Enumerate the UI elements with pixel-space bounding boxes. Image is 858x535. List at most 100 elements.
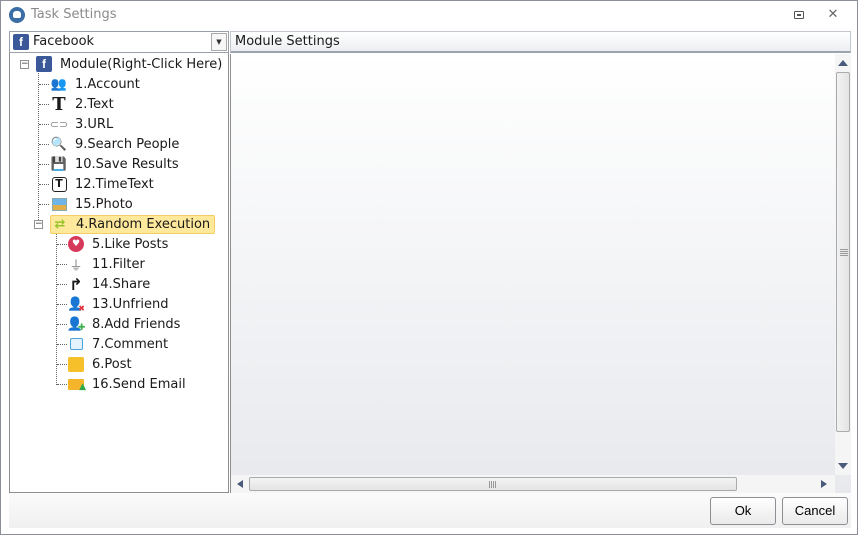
note-icon: [67, 356, 85, 372]
tree-item-label: 4.Random Execution: [76, 216, 211, 232]
platform-select-value: Facebook: [33, 34, 95, 49]
restore-button[interactable]: [791, 7, 807, 23]
title-bar: Task Settings ✕: [1, 1, 857, 29]
scroll-left-icon[interactable]: [237, 480, 243, 488]
tree-connector: [57, 344, 67, 345]
tree-connector: [39, 164, 49, 165]
share-icon: ↱: [69, 274, 83, 294]
search-icon: 🔍: [50, 136, 68, 152]
tree-connector: [57, 324, 67, 325]
tree-item-label: 8.Add Friends: [92, 316, 181, 332]
comment-icon: [67, 336, 85, 352]
heart-icon: ♥: [67, 236, 85, 252]
tree-connector: [57, 384, 67, 385]
save-icon: 💾: [50, 156, 68, 172]
tree-item-send-email[interactable]: ▲ 16.Send Email: [67, 374, 188, 394]
scroll-right-icon[interactable]: [821, 480, 827, 488]
tree-connector: [39, 84, 49, 85]
tree-item-add-friends[interactable]: 👤 ✚ 8.Add Friends: [67, 314, 182, 334]
vertical-scroll-thumb[interactable]: [836, 72, 850, 432]
tree-root[interactable]: f Module(Right-Click Here): [35, 54, 224, 74]
tree-item-label: 7.Comment: [92, 336, 169, 352]
tree-item-comment[interactable]: 7.Comment: [67, 334, 170, 354]
filter-icon: ⏚: [69, 258, 83, 274]
users-icon: 👥: [50, 76, 68, 92]
scroll-down-icon[interactable]: [838, 463, 848, 469]
window-title: Task Settings: [31, 7, 117, 22]
tree-item-save-results[interactable]: 💾 10.Save Results: [50, 154, 181, 174]
tree-connector: [56, 229, 57, 385]
tree-connector: [39, 204, 49, 205]
tree-item-label: 16.Send Email: [92, 376, 186, 392]
tree-item-photo[interactable]: 15.Photo: [50, 194, 135, 214]
tree-item-search-people[interactable]: 🔍 9.Search People: [50, 134, 181, 154]
ok-button[interactable]: Ok: [710, 497, 776, 525]
text-icon: T: [52, 93, 66, 115]
close-button[interactable]: ✕: [825, 7, 841, 23]
grip-icon: [840, 249, 848, 250]
tree-connector: [38, 69, 39, 226]
tree-item-label: 6.Post: [92, 356, 132, 372]
tree-connector: [57, 364, 67, 365]
grip-icon: [840, 251, 848, 252]
tree-item-label: 11.Filter: [92, 256, 145, 272]
facebook-icon: f: [13, 34, 29, 50]
collapse-toggle[interactable]: −: [34, 220, 43, 229]
tree-item-account[interactable]: 👥 1.Account: [50, 74, 142, 94]
restore-icon: [794, 11, 804, 19]
grip-icon: [489, 481, 490, 488]
grip-icon: [840, 255, 848, 256]
tree-root-label: Module(Right-Click Here): [60, 56, 223, 72]
shuffle-icon: ⇄: [54, 216, 66, 232]
horizontal-scroll-thumb[interactable]: [249, 477, 737, 491]
tree-item-like-posts[interactable]: ♥ 5.Like Posts: [67, 234, 170, 254]
tree-connector: [57, 264, 67, 265]
tree-connector: [39, 124, 49, 125]
chevron-down-icon[interactable]: ▼: [211, 33, 227, 51]
task-settings-window: Task Settings ✕ f Facebook ▼ − f Module(…: [0, 0, 858, 535]
collapse-toggle[interactable]: −: [20, 60, 29, 69]
tree-item-timetext[interactable]: T 12.TimeText: [50, 174, 156, 194]
module-settings-title: Module Settings: [235, 34, 340, 49]
platform-select[interactable]: f Facebook ▼: [9, 31, 229, 53]
tree-item-share[interactable]: ↱ 14.Share: [67, 274, 152, 294]
tree-connector: [39, 144, 49, 145]
vertical-scrollbar[interactable]: [835, 54, 851, 475]
photo-icon: [50, 196, 68, 212]
link-icon: ⊂⊃: [49, 117, 69, 131]
tree-item-random-execution[interactable]: ⇄ 4.Random Execution: [50, 214, 216, 234]
remove-user-icon: 👤 ✖: [67, 296, 85, 313]
tree-item-label: 2.Text: [75, 96, 114, 112]
grip-icon: [495, 481, 496, 488]
tree-item-text[interactable]: T 2.Text: [50, 93, 116, 115]
tree-connector: [57, 244, 67, 245]
horizontal-scrollbar[interactable]: [231, 475, 835, 493]
module-settings-body: [230, 54, 851, 493]
time-text-icon: T: [50, 176, 68, 192]
cancel-button[interactable]: Cancel: [782, 497, 848, 525]
tree-item-filter[interactable]: ⏚ 11.Filter: [67, 254, 147, 274]
grip-icon: [840, 253, 848, 254]
tree-item-label: 3.URL: [75, 116, 114, 132]
tree-item-label: 12.TimeText: [75, 176, 154, 192]
tree-item-label: 9.Search People: [75, 136, 180, 152]
module-settings-header: Module Settings: [230, 31, 851, 53]
add-user-icon: 👤 ✚: [66, 316, 86, 334]
tree-connector: [57, 304, 67, 305]
tree-item-unfriend[interactable]: 👤 ✖ 13.Unfriend: [67, 294, 170, 314]
close-icon: ✕: [827, 7, 839, 22]
tree-item-url[interactable]: ⊂⊃ 3.URL: [50, 114, 115, 134]
grip-icon: [493, 481, 494, 488]
module-tree-panel: − f Module(Right-Click Here) 👥 1.Account…: [9, 53, 229, 493]
tree-item-post[interactable]: 6.Post: [67, 354, 134, 374]
tree-connector: [39, 184, 49, 185]
app-icon: [9, 7, 25, 23]
grip-icon: [491, 481, 492, 488]
tree-connector: [39, 104, 49, 105]
facebook-icon: f: [36, 56, 52, 72]
tree-item-label: 10.Save Results: [75, 156, 179, 172]
tree-item-label: 1.Account: [75, 76, 140, 92]
email-icon: ▲: [67, 376, 86, 392]
tree-item-label: 5.Like Posts: [92, 236, 169, 252]
scroll-up-icon[interactable]: [838, 60, 848, 66]
